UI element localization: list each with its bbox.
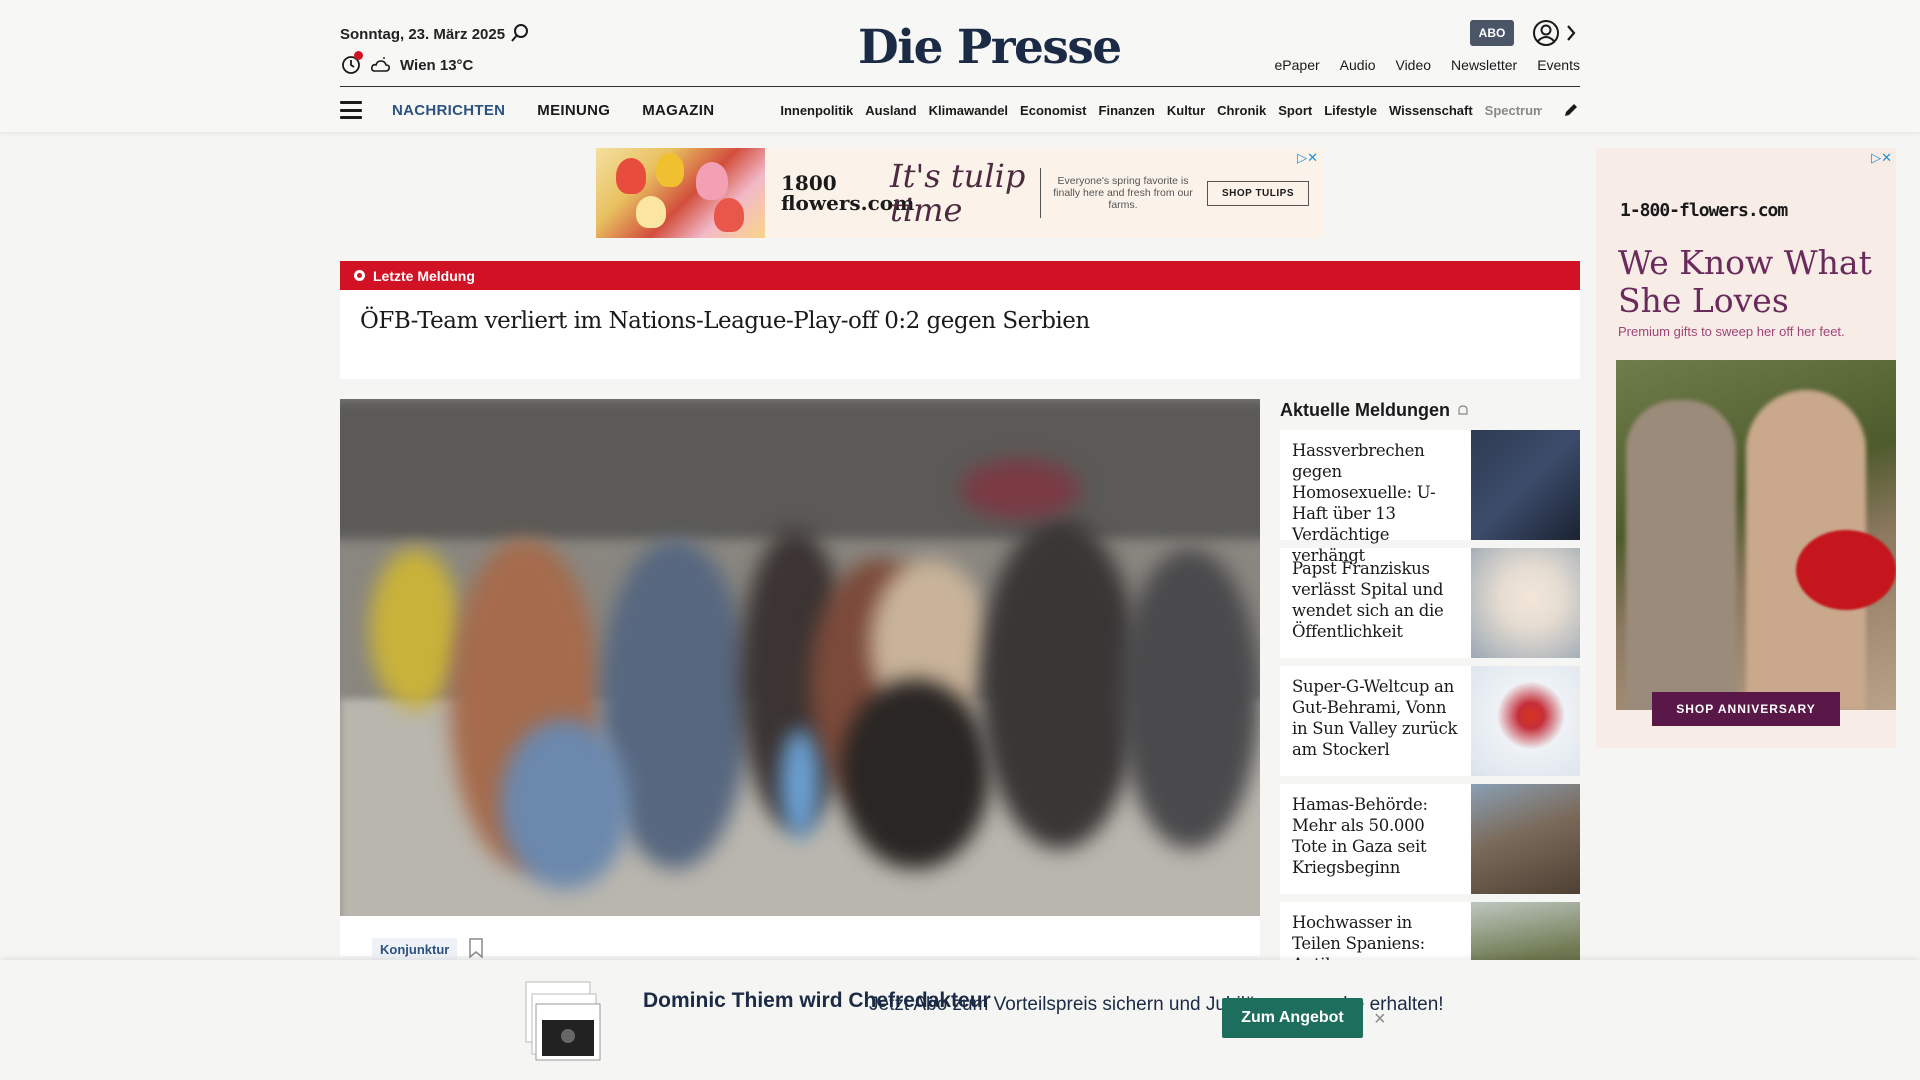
ad-side-subline: Premium gifts to sweep her off her feet. bbox=[1618, 324, 1845, 339]
sub-navigation: Innenpolitik Ausland Klimawandel Economi… bbox=[780, 103, 1542, 118]
subscription-promo-bar: Dominic Thiem wird Chefredakteur Jetzt A… bbox=[0, 960, 1920, 1080]
current-date: Sonntag, 23. März 2025 bbox=[340, 26, 506, 43]
ad-side-brand: 1-800-flowers.com bbox=[1620, 200, 1788, 221]
breaking-label: Letzte Meldung bbox=[373, 267, 475, 284]
nav-spectrum[interactable]: Spectrum bbox=[1485, 103, 1543, 118]
header-divider bbox=[340, 86, 1580, 87]
ad-copy: Everyone's spring favorite is finally he… bbox=[1053, 175, 1193, 211]
nav-wissenschaft[interactable]: Wissenschaft bbox=[1389, 103, 1473, 118]
news-thumbnail[interactable] bbox=[1471, 430, 1580, 540]
nav-innenpolitik[interactable]: Innenpolitik bbox=[780, 103, 853, 118]
user-account-icon[interactable] bbox=[1532, 19, 1560, 47]
top-links: ePaper Audio Video Newsletter Events bbox=[1275, 57, 1580, 73]
nav-nachrichten[interactable]: NACHRICHTEN bbox=[392, 102, 505, 119]
weather-widget[interactable]: Wien 13°C bbox=[340, 51, 474, 76]
latest-news-title: Aktuelle Meldungen bbox=[1280, 400, 1451, 420]
nav-ausland[interactable]: Ausland bbox=[865, 103, 916, 118]
weather-text: Wien 13°C bbox=[400, 56, 474, 74]
hero-image[interactable] bbox=[340, 399, 1260, 916]
nav-finanzen[interactable]: Finanzen bbox=[1099, 103, 1155, 118]
nav-sport[interactable]: Sport bbox=[1278, 103, 1312, 118]
list-item[interactable]: Hassverbrechen gegen Homosexuelle: U-Haf… bbox=[1280, 430, 1580, 565]
news-title[interactable]: Hamas-Behörde: Mehr als 50.000 Tote in G… bbox=[1280, 784, 1471, 894]
hamburger-menu-icon[interactable] bbox=[340, 101, 362, 119]
list-item[interactable]: Papst Franziskus verlässt Spital und wen… bbox=[1280, 548, 1580, 658]
nav-kultur[interactable]: Kultur bbox=[1167, 103, 1205, 118]
news-thumbnail[interactable] bbox=[1471, 784, 1580, 894]
link-video[interactable]: Video bbox=[1395, 57, 1431, 73]
zum-angebot-button[interactable]: Zum Angebot bbox=[1222, 998, 1363, 1038]
ad-headline: It's tulip time bbox=[890, 157, 1026, 229]
bell-icon bbox=[1458, 404, 1468, 415]
search-icon[interactable] bbox=[509, 22, 531, 44]
latest-news-heading: Aktuelle Meldungen bbox=[1280, 400, 1470, 421]
chevron-right-icon[interactable] bbox=[1565, 23, 1577, 43]
breaking-label-bar: Letzte Meldung bbox=[340, 261, 1580, 290]
main-navigation: NACHRICHTEN MEINUNG MAGAZIN Innenpolitik… bbox=[340, 94, 1580, 126]
history-icon[interactable] bbox=[340, 51, 363, 76]
hero-meta-strip: Konjunktur bbox=[340, 916, 1260, 961]
category-tag[interactable]: Konjunktur bbox=[372, 938, 458, 961]
nav-meinung[interactable]: MEINUNG bbox=[537, 102, 610, 119]
news-title[interactable]: Super-G-Weltcup an Gut-Behrami, Vonn in … bbox=[1280, 666, 1471, 776]
nav-magazin[interactable]: MAGAZIN bbox=[642, 102, 714, 119]
link-audio[interactable]: Audio bbox=[1340, 57, 1376, 73]
ad-couple-image bbox=[1616, 360, 1896, 710]
nav-klimawandel[interactable]: Klimawandel bbox=[929, 103, 1008, 118]
shop-tulips-button[interactable]: SHOP TULIPS bbox=[1207, 180, 1309, 206]
ad-tulip-image bbox=[596, 148, 765, 238]
ad-brand: 1800 flowers.com bbox=[781, 171, 915, 215]
news-title[interactable]: Papst Franziskus verlässt Spital und wen… bbox=[1280, 548, 1471, 658]
ad-divider bbox=[1040, 168, 1041, 218]
breaking-headline[interactable]: ÖFB-Team verliert im Nations-League-Play… bbox=[340, 290, 1580, 334]
site-logo[interactable]: Die Presse bbox=[858, 20, 1122, 75]
banner-ad[interactable]: 1800 flowers.com It's tulip time Everyon… bbox=[596, 148, 1324, 238]
ad-side-headline: We Know What She Loves bbox=[1618, 243, 1872, 320]
link-events[interactable]: Events bbox=[1537, 57, 1580, 73]
site-header: Sonntag, 23. März 2025 Wien 13°C Die Pre… bbox=[0, 0, 1920, 132]
list-item[interactable]: Super-G-Weltcup an Gut-Behrami, Vonn in … bbox=[1280, 666, 1580, 776]
link-newsletter[interactable]: Newsletter bbox=[1451, 57, 1517, 73]
close-icon[interactable]: × bbox=[1374, 1008, 1386, 1031]
pencil-icon[interactable] bbox=[1562, 101, 1580, 119]
bookmark-icon[interactable] bbox=[468, 938, 484, 958]
news-title[interactable]: Hassverbrechen gegen Homosexuelle: U-Haf… bbox=[1280, 430, 1471, 565]
live-dot-icon bbox=[354, 270, 365, 281]
news-thumbnail[interactable] bbox=[1471, 548, 1580, 658]
sidebar-ad[interactable]: ▷✕ 1-800-flowers.com We Know What She Lo… bbox=[1596, 148, 1896, 748]
latest-news-list: Hassverbrechen gegen Homosexuelle: U-Haf… bbox=[1280, 430, 1580, 1020]
link-epaper[interactable]: ePaper bbox=[1275, 57, 1320, 73]
newspaper-stack-icon bbox=[525, 981, 601, 1061]
ad-close-icon[interactable]: ▷✕ bbox=[1297, 150, 1318, 166]
ad-close-icon[interactable]: ▷✕ bbox=[1871, 150, 1892, 166]
abo-button[interactable]: ABO bbox=[1470, 20, 1514, 46]
nav-economist[interactable]: Economist bbox=[1020, 103, 1086, 118]
list-item[interactable]: Hamas-Behörde: Mehr als 50.000 Tote in G… bbox=[1280, 784, 1580, 894]
shop-anniversary-button[interactable]: SHOP ANNIVERSARY bbox=[1652, 692, 1840, 726]
nav-lifestyle[interactable]: Lifestyle bbox=[1324, 103, 1377, 118]
nav-chronik[interactable]: Chronik bbox=[1217, 103, 1266, 118]
breaking-news[interactable]: Letzte Meldung ÖFB-Team verliert im Nati… bbox=[340, 261, 1580, 379]
news-thumbnail[interactable] bbox=[1471, 666, 1580, 776]
cloud-sun-icon bbox=[371, 57, 390, 72]
